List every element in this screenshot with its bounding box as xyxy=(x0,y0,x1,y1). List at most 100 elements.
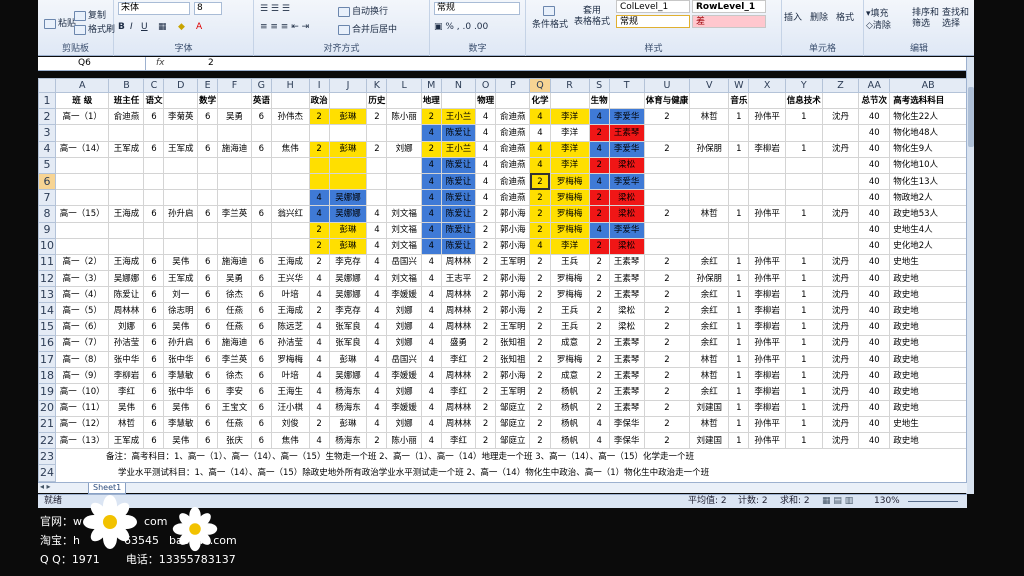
cell[interactable]: 2 xyxy=(588,205,610,223)
cell[interactable]: 4 xyxy=(420,221,442,239)
cell[interactable] xyxy=(217,91,252,110)
cell[interactable]: 李柳岩 xyxy=(748,302,786,320)
cell[interactable]: 高一（14） xyxy=(54,140,110,158)
cell[interactable]: 李红 xyxy=(440,431,477,450)
cell[interactable]: 2 xyxy=(475,302,497,320)
row-header[interactable]: 24 xyxy=(38,464,56,482)
column-header[interactable]: U xyxy=(643,78,691,93)
cell[interactable]: 6 xyxy=(250,253,272,272)
cell[interactable]: 40 xyxy=(858,140,891,158)
cell[interactable]: 罗梅梅 xyxy=(270,350,310,369)
cell[interactable] xyxy=(748,189,786,207)
bold-button[interactable]: B xyxy=(118,22,125,32)
vertical-scrollbar[interactable] xyxy=(966,57,974,494)
cell[interactable]: 2 xyxy=(529,415,551,433)
cell[interactable]: 4 xyxy=(308,189,330,207)
cell[interactable] xyxy=(108,189,145,207)
cell[interactable]: 2 xyxy=(366,140,388,158)
cell[interactable] xyxy=(143,189,165,207)
cell[interactable]: 40 xyxy=(858,270,891,288)
cell[interactable]: 杨帆 xyxy=(549,431,590,450)
cell[interactable]: 2 xyxy=(308,302,330,320)
cell[interactable]: 2 xyxy=(643,318,691,336)
cell[interactable]: 4 xyxy=(308,431,330,450)
sort-filter-button[interactable]: 排序和 筛选 xyxy=(912,8,939,30)
cell[interactable]: 徐杰 xyxy=(217,286,252,304)
cell[interactable]: 梁松 xyxy=(608,318,645,336)
cell[interactable]: 李媛媛 xyxy=(386,286,422,304)
cell[interactable]: 2 xyxy=(643,383,691,401)
cell[interactable]: 40 xyxy=(858,253,891,272)
cell[interactable]: 陈爱让 xyxy=(440,189,477,207)
cell[interactable]: 刘娜 xyxy=(386,383,422,401)
cell[interactable]: 40 xyxy=(858,367,891,385)
cell[interactable] xyxy=(54,221,110,239)
cell[interactable]: 信息技术 xyxy=(784,91,823,110)
cell[interactable]: 俞迪燕 xyxy=(495,172,531,191)
cell[interactable]: 4 xyxy=(420,286,442,304)
cell[interactable]: 陈爱让 xyxy=(440,124,477,142)
underline-button[interactable]: U xyxy=(141,22,148,32)
spreadsheet-grid[interactable]: A B C D E F G H I J K L M N O P Q R S T U V W X Y Z AA AB 1 班 级班主任 语文数… xyxy=(38,78,967,482)
cell[interactable]: 1 xyxy=(784,431,823,450)
cell[interactable]: 吴伟 xyxy=(163,318,199,336)
cell[interactable]: 叶培 xyxy=(270,367,310,385)
cell[interactable] xyxy=(163,221,199,239)
cell[interactable]: 40 xyxy=(858,334,891,353)
cell[interactable]: 俞迪燕 xyxy=(495,108,531,126)
column-header[interactable]: S xyxy=(588,78,610,93)
cell[interactable] xyxy=(728,221,750,239)
cell[interactable]: 6 xyxy=(197,415,219,433)
cell[interactable]: 2 xyxy=(475,367,497,385)
cell[interactable]: 王素琴 xyxy=(608,399,645,417)
cell[interactable]: 刘文福 xyxy=(386,237,422,255)
cell[interactable]: 2 xyxy=(588,286,610,304)
cell[interactable]: 2 xyxy=(529,172,551,191)
cell[interactable]: 俞迪燕 xyxy=(495,156,531,174)
cell[interactable] xyxy=(728,189,750,207)
cell[interactable]: 政史地 xyxy=(889,286,967,304)
cell[interactable]: 6 xyxy=(143,383,165,401)
cell[interactable]: 李菊英 xyxy=(163,108,199,126)
cell[interactable] xyxy=(689,189,730,207)
cell[interactable]: 孙伟平 xyxy=(748,205,786,223)
cell[interactable]: 2 xyxy=(366,431,388,450)
cell[interactable] xyxy=(250,237,272,255)
cell[interactable]: 李柳岩 xyxy=(748,318,786,336)
style-collevel[interactable]: ColLevel_1 xyxy=(616,0,690,13)
cell[interactable]: 2 xyxy=(588,156,610,174)
cell[interactable] xyxy=(386,156,422,174)
cell[interactable]: 物化地10人 xyxy=(889,156,967,174)
align-left-icon[interactable]: ≡ ≡ ≡ ⇤ ⇥ xyxy=(260,22,309,32)
cell[interactable] xyxy=(328,156,368,174)
cell[interactable]: 王兴华 xyxy=(270,270,310,288)
cell[interactable]: 2 xyxy=(643,140,691,158)
column-header[interactable]: A xyxy=(54,78,110,93)
cell[interactable]: 物化生22人 xyxy=(889,108,967,126)
cell[interactable]: 2 xyxy=(308,221,330,239)
cell[interactable]: 4 xyxy=(420,399,442,417)
cell[interactable]: 杨帆 xyxy=(549,415,590,433)
cell[interactable]: 政治 xyxy=(308,91,330,110)
cell[interactable] xyxy=(689,221,730,239)
cell[interactable] xyxy=(270,221,310,239)
cell[interactable]: 李安 xyxy=(217,383,252,401)
cell[interactable]: 40 xyxy=(858,237,891,255)
cell[interactable]: 梁松 xyxy=(608,156,645,174)
copy-button[interactable]: 复制 xyxy=(74,8,106,21)
cell[interactable]: 刘娜 xyxy=(386,302,422,320)
cell[interactable]: 王军成 xyxy=(163,270,199,288)
cell[interactable]: 40 xyxy=(858,415,891,433)
cell[interactable]: 4 xyxy=(366,302,388,320)
cell[interactable]: 张中华 xyxy=(108,350,145,369)
cell[interactable]: 刘一 xyxy=(163,286,199,304)
cell[interactable] xyxy=(308,172,330,191)
cell[interactable]: 俞迪燕 xyxy=(495,124,531,142)
cell[interactable]: 1 xyxy=(728,350,750,369)
cell[interactable] xyxy=(728,156,750,174)
cell[interactable]: 6 xyxy=(197,302,219,320)
cell[interactable]: 2 xyxy=(588,367,610,385)
cell[interactable]: 6 xyxy=(250,302,272,320)
cell[interactable] xyxy=(217,172,252,191)
cell[interactable]: 张中华 xyxy=(163,383,199,401)
